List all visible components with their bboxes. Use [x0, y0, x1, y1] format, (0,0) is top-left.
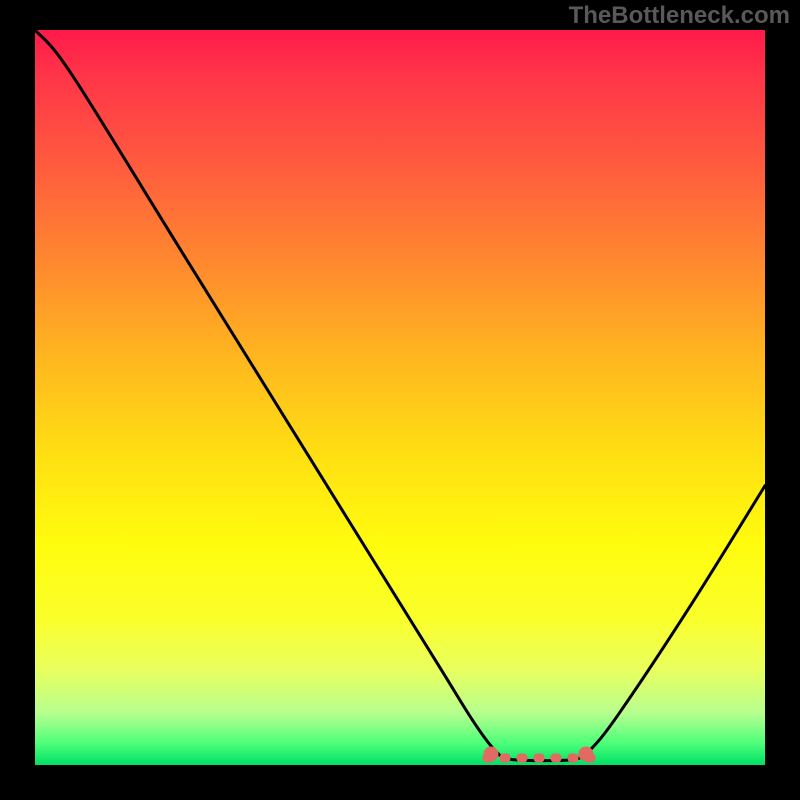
optimal-dash: [516, 753, 527, 762]
optimal-dash: [550, 753, 561, 762]
optimal-dash: [567, 753, 578, 762]
bottleneck-curve: [35, 30, 765, 765]
optimal-dash: [499, 753, 510, 762]
range-marker: [484, 746, 499, 761]
watermark-text: TheBottleneck.com: [569, 2, 790, 30]
range-marker: [579, 746, 594, 761]
optimal-dash: [533, 753, 544, 762]
plot-area: [35, 30, 765, 765]
